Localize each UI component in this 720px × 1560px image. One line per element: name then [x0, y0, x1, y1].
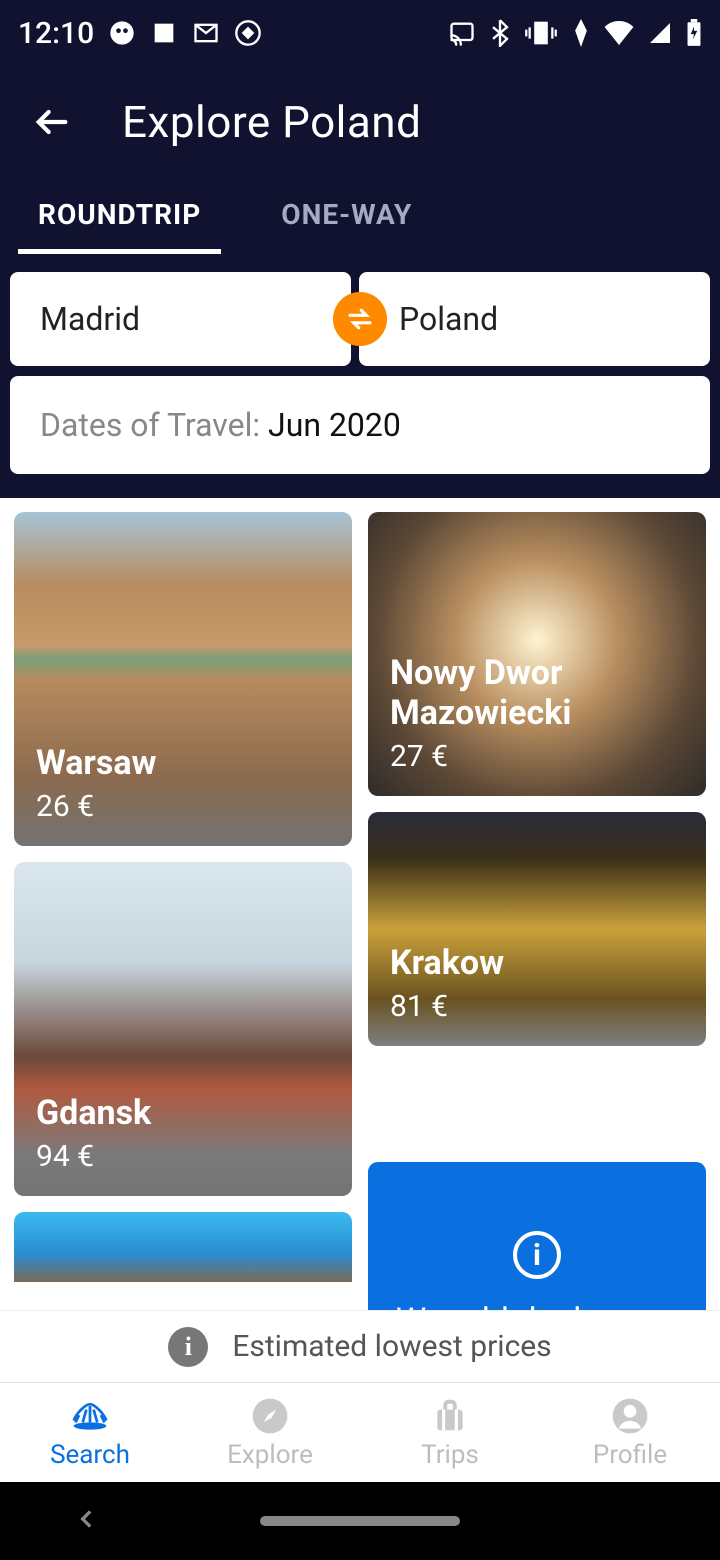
nav-label: Profile: [593, 1440, 667, 1470]
status-bar: 12:10: [0, 0, 720, 66]
location-icon: [572, 19, 590, 47]
page-title: Explore Poland: [122, 96, 421, 148]
tab-oneway[interactable]: ONE-WAY: [261, 184, 432, 254]
header: Explore Poland: [0, 66, 720, 164]
card-price: 26 €: [36, 789, 330, 824]
signal-icon: [648, 21, 672, 45]
bluetooth-icon: [490, 19, 510, 47]
search-icon: [70, 1396, 110, 1436]
cast-icon: [448, 19, 476, 47]
search-form: Madrid Poland Dates of Travel: Jun 2020: [0, 254, 720, 498]
app-icon-1: [108, 19, 136, 47]
compass-icon: [250, 1396, 290, 1436]
system-home-pill[interactable]: [260, 1516, 460, 1526]
card-price: 27 €: [390, 739, 684, 774]
nav-label: Search: [50, 1440, 130, 1470]
app-icon-2: [150, 19, 178, 47]
estimated-text: Estimated lowest prices: [232, 1329, 551, 1364]
system-nav-bar: [0, 1482, 720, 1560]
nav-explore[interactable]: Explore: [180, 1383, 360, 1482]
wifi-icon: [604, 21, 634, 45]
info-icon: i: [513, 1231, 561, 1279]
estimated-prices-bar: i Estimated lowest prices: [0, 1310, 720, 1382]
destination-field[interactable]: Poland: [359, 272, 710, 366]
nav-search[interactable]: Search: [0, 1383, 180, 1482]
dates-value: Jun 2020: [268, 406, 401, 444]
trip-type-tabs: ROUNDTRIP ONE-WAY: [0, 184, 720, 254]
back-button[interactable]: [28, 98, 76, 146]
nav-profile[interactable]: Profile: [540, 1383, 720, 1482]
card-name: Gdansk: [36, 1093, 330, 1133]
dates-label: Dates of Travel:: [40, 406, 268, 444]
destination-card-warsaw[interactable]: Warsaw 26 €: [14, 512, 352, 846]
status-time: 12:10: [18, 16, 94, 51]
card-name: Warsaw: [36, 743, 330, 783]
info-icon: i: [168, 1327, 208, 1367]
battery-charging-icon: [686, 19, 702, 47]
app-icon-3: [234, 19, 262, 47]
destination-card-gdansk[interactable]: Gdansk 94 €: [14, 862, 352, 1196]
origin-field[interactable]: Madrid: [10, 272, 351, 366]
gmail-icon: [192, 19, 220, 47]
card-price: 81 €: [390, 989, 684, 1024]
system-back-icon[interactable]: [74, 1506, 100, 1536]
card-price: 94 €: [36, 1139, 330, 1174]
suitcase-icon: [430, 1396, 470, 1436]
card-name: Nowy Dwor Mazowiecki: [390, 653, 684, 733]
results-area: Warsaw 26 € Nowy Dwor Mazowiecki 27 € Gd…: [0, 498, 720, 1382]
bottom-nav: Search Explore Trips Profile: [0, 1382, 720, 1482]
nav-trips[interactable]: Trips: [360, 1383, 540, 1482]
profile-icon: [610, 1396, 650, 1436]
destination-card-krakow[interactable]: Krakow 81 €: [368, 812, 706, 1046]
nav-label: Trips: [421, 1440, 479, 1470]
destination-card-nowy[interactable]: Nowy Dwor Mazowiecki 27 €: [368, 512, 706, 796]
destination-card-partial[interactable]: [14, 1212, 352, 1282]
nav-label: Explore: [227, 1440, 313, 1470]
vibrate-icon: [524, 19, 558, 47]
card-name: Krakow: [390, 943, 684, 983]
tab-roundtrip[interactable]: ROUNDTRIP: [18, 184, 221, 254]
dates-field[interactable]: Dates of Travel: Jun 2020: [10, 376, 710, 474]
swap-button[interactable]: [333, 292, 387, 346]
